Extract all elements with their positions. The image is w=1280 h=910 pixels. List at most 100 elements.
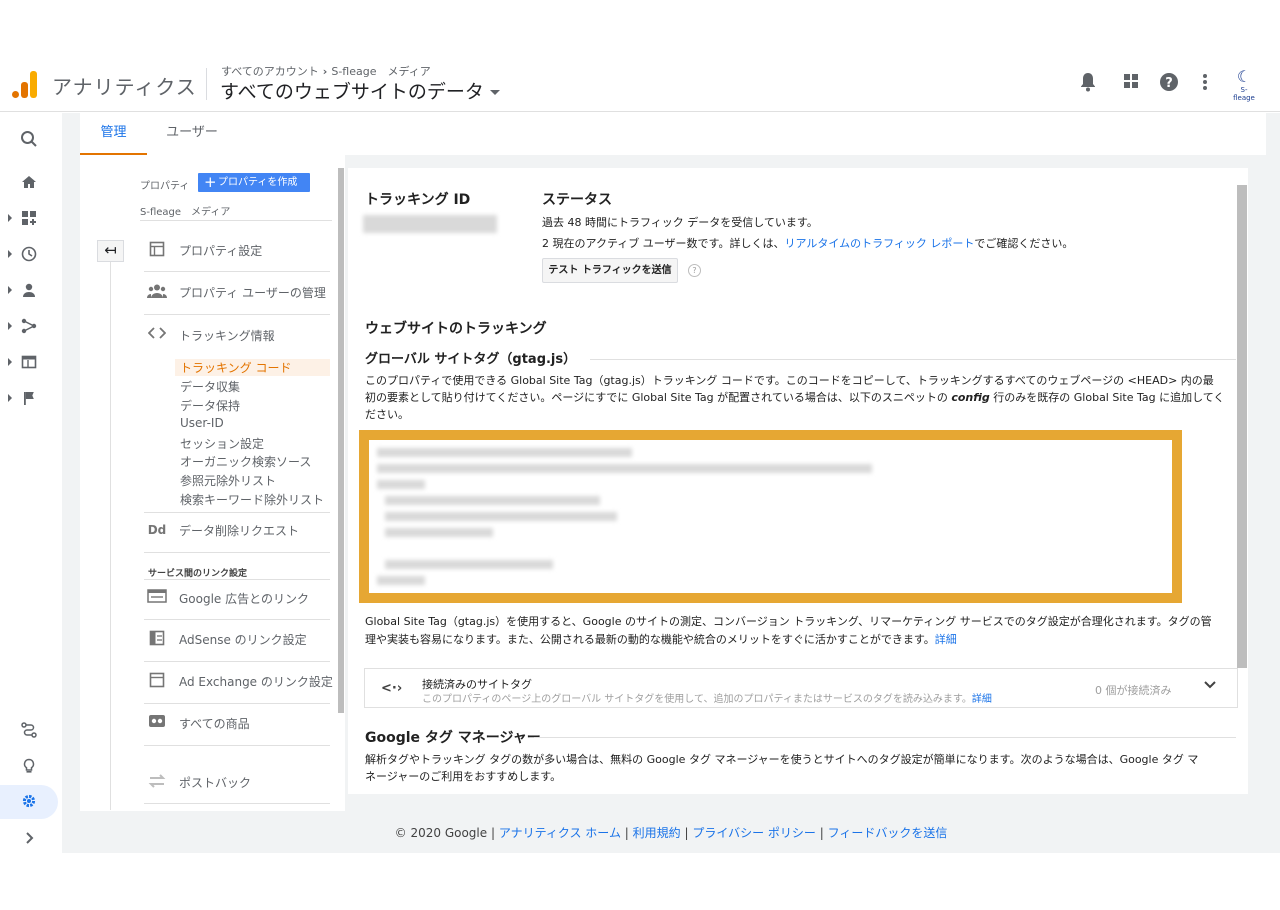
gtag-title: グローバル サイトタグ（gtag.js） — [365, 352, 577, 367]
clock-icon — [20, 246, 38, 264]
gtm-title: Google タグ マネージャー — [365, 730, 541, 746]
more-vert-icon[interactable] — [1194, 72, 1216, 94]
sub-tracking-code[interactable]: トラッキング コード — [175, 359, 330, 376]
chevron-down-icon[interactable] — [1204, 679, 1216, 693]
analytics-logo[interactable] — [12, 70, 38, 98]
gtag-description-line-1: このプロパティで使用できる Global Site Tag（gtag.js）トラ… — [365, 374, 1214, 387]
sub-search-term-exclusion[interactable]: 検索キーワード除外リスト — [180, 491, 324, 508]
sub-referral-exclusion[interactable]: 参照元除外リスト — [180, 472, 276, 489]
footer: © 2020 Google | アナリティクス ホーム | 利用規約 | プライ… — [394, 826, 948, 840]
code-line-redacted — [385, 560, 553, 569]
connected-count: 0 個が接続済み — [1095, 684, 1172, 697]
divider — [590, 359, 1236, 360]
footer-privacy-link[interactable]: プライバシー ポリシー — [692, 826, 816, 840]
person-icon — [20, 282, 38, 300]
view-selector[interactable]: すべてのウェブサイトのデータ — [220, 77, 500, 104]
postback-icon — [147, 773, 167, 791]
search-icon — [20, 130, 38, 148]
footer-terms-link[interactable]: 利用規約 — [633, 826, 681, 840]
link-section-title: サービス間のリンク設定 — [148, 569, 248, 579]
tab-user[interactable]: ユーザー — [157, 113, 227, 155]
nav-expand[interactable] — [0, 825, 62, 853]
back-button[interactable]: ↤ — [97, 240, 124, 262]
svg-text:?: ? — [1165, 76, 1173, 91]
divider — [144, 803, 330, 804]
gear-icon — [20, 793, 38, 811]
code-icon — [147, 326, 167, 344]
gtag-details-link[interactable]: 詳細 — [935, 633, 957, 646]
code-line-redacted — [377, 464, 872, 473]
app-title: アナリティクス — [52, 75, 197, 99]
plus-icon: + — [204, 173, 217, 191]
all-products-icon — [147, 714, 167, 732]
acquisition-icon — [20, 318, 38, 336]
nav-audience[interactable] — [0, 277, 62, 305]
nav-search[interactable] — [0, 125, 62, 153]
column-scrollbar[interactable] — [338, 168, 344, 713]
divider — [144, 619, 330, 620]
nav-acquisition[interactable] — [0, 313, 62, 341]
status-label: ステータス — [542, 192, 612, 208]
top-header: アナリティクス すべてのアカウント › S-fleage メディア すべてのウェブサ… — [0, 56, 1280, 112]
create-property-button[interactable]: + プロパティを作成 — [198, 173, 310, 192]
tab-admin[interactable]: 管理 — [80, 113, 147, 155]
divider — [144, 703, 330, 704]
divider — [144, 745, 330, 746]
account-avatar[interactable]: ☾ S-fleage — [1230, 67, 1258, 103]
nav-home[interactable] — [0, 169, 62, 197]
divider — [140, 220, 332, 221]
nav-realtime[interactable] — [0, 241, 62, 269]
tracking-code-box[interactable] — [359, 430, 1182, 603]
dashboard-icon — [20, 210, 38, 228]
expand-icon — [20, 830, 38, 848]
back-arrow-icon: ↤ — [104, 241, 117, 259]
nav-attribution[interactable] — [0, 717, 62, 745]
caret-down-icon — [489, 90, 500, 95]
site-tag-icon: <·› — [381, 681, 403, 696]
panel-scrollbar[interactable] — [1237, 185, 1247, 668]
sub-organic-search[interactable]: オーガニック検索ソース — [180, 453, 311, 470]
ad-exchange-icon — [147, 672, 167, 690]
send-test-traffic-button[interactable]: テスト トラフィックを送信 — [542, 258, 678, 283]
data-deletion-icon: Dd — [147, 523, 167, 537]
code-line-redacted — [385, 528, 493, 537]
connected-site-tags-panel[interactable]: <·› 接続済みのサイトタグ このプロパティのページ上のグローバル サイトタグを… — [364, 668, 1238, 708]
help-icon[interactable]: ? — [1158, 72, 1180, 94]
sub-data-collection[interactable]: データ収集 — [180, 378, 240, 395]
divider — [144, 661, 330, 662]
nav-conversions[interactable] — [0, 385, 62, 413]
users-icon — [147, 283, 167, 301]
sub-session-settings[interactable]: セッション設定 — [180, 435, 264, 452]
apps-icon[interactable] — [1120, 72, 1142, 94]
footer-feedback-link[interactable]: フィードバックを送信 — [828, 826, 948, 840]
footer-analytics-home-link[interactable]: アナリティクス ホーム — [499, 826, 621, 840]
gtag-info-line-1: Global Site Tag（gtag.js）を使用すると、Google のサ… — [365, 615, 1212, 628]
property-settings-icon — [147, 241, 167, 259]
behavior-icon — [20, 354, 38, 372]
help-icon[interactable]: ? — [688, 264, 701, 277]
property-name[interactable]: S-fleage メディア — [140, 203, 230, 218]
connected-description: このプロパティのページ上のグローバル サイトタグを使用して、追加のプロパティまた… — [422, 694, 992, 705]
connected-details-link[interactable]: 詳細 — [972, 694, 992, 705]
gtag-info-line-2: 理や実装も容易になります。また、公開される最新の動的な機能や統合のメリットをすぐ… — [365, 633, 957, 646]
website-tracking-title: ウェブサイトのトラッキング — [365, 321, 547, 337]
nav-discover[interactable] — [0, 753, 62, 781]
google-ads-icon — [147, 589, 167, 607]
code-line-redacted — [377, 448, 632, 457]
moon-icon: ☾ — [1236, 67, 1252, 86]
realtime-report-link[interactable]: リアルタイムのトラフィック レポート — [784, 237, 974, 250]
nav-customization[interactable] — [0, 205, 62, 233]
gtag-description-line-2: 初の要素として貼り付けてください。ページにすでに Global Site Tag… — [365, 391, 1225, 404]
bell-icon[interactable] — [1077, 72, 1099, 94]
code-line-redacted — [385, 512, 617, 521]
property-label: プロパティ — [140, 181, 190, 192]
divider — [144, 271, 330, 272]
footer-copyright: © 2020 Google — [394, 826, 488, 840]
gtm-description-line-2: ネージャーのご利用をおすすめします。 — [365, 770, 562, 783]
sub-user-id[interactable]: User-ID — [180, 416, 224, 430]
tracking-id-value-redacted — [363, 215, 497, 233]
nav-admin[interactable] — [0, 788, 62, 816]
sub-data-retention[interactable]: データ保持 — [180, 397, 240, 414]
nav-behavior[interactable] — [0, 349, 62, 377]
header-divider — [206, 68, 207, 100]
